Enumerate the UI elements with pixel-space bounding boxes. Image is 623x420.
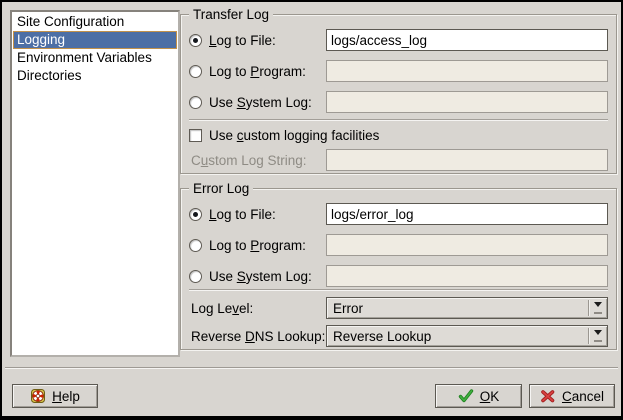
error-use-system-log-row: Use System Log: (189, 265, 608, 287)
error-use-system-log-label: Use System Log: (209, 269, 312, 284)
cancel-button[interactable]: Cancel (529, 384, 615, 408)
dropdown-arrow-icon (589, 330, 607, 342)
reverse-dns-value: Reverse Lookup (327, 329, 588, 344)
log-level-row: Log Level: Error (189, 297, 608, 319)
custom-log-string-input (326, 149, 608, 171)
log-level-label: Log Level: (189, 301, 253, 316)
error-log-to-program-label: Log to Program: (209, 238, 306, 253)
error-log-group: Error Log Log to File: Log to Program: U… (180, 188, 617, 350)
log-level-value: Error (327, 301, 588, 316)
transfer-log-to-program-radio[interactable] (189, 65, 202, 78)
reverse-dns-label: Reverse DNS Lookup: (189, 329, 325, 344)
transfer-log-to-file-row: Log to File: (189, 29, 608, 51)
reverse-dns-row: Reverse DNS Lookup: Reverse Lookup (189, 325, 608, 347)
error-log-to-file-label: Log to File: (209, 207, 276, 222)
transfer-use-system-log-radio[interactable] (189, 96, 202, 109)
category-list: Site Configuration Logging Environment V… (10, 10, 180, 357)
transfer-log-to-file-label: Log to File: (209, 33, 276, 48)
transfer-log-to-program-row: Log to Program: (189, 60, 608, 82)
green-check-icon (458, 388, 474, 404)
red-x-icon (540, 388, 556, 404)
help-button[interactable]: Help (12, 384, 98, 408)
custom-log-string-label: Custom Log String: (189, 153, 307, 168)
error-log-program-input (326, 234, 608, 256)
error-system-log-input (326, 265, 608, 287)
custom-log-string-row: Custom Log String: (189, 149, 608, 171)
dropdown-arrow-icon (589, 302, 607, 314)
sidebar-item-site-configuration[interactable]: Site Configuration (13, 13, 177, 31)
error-log-file-input[interactable] (326, 203, 608, 225)
use-custom-facilities-checkbox[interactable] (189, 129, 202, 142)
log-level-dropdown[interactable]: Error (326, 297, 608, 319)
separator (189, 289, 608, 291)
error-log-group-title: Error Log (189, 180, 253, 197)
error-log-to-program-radio[interactable] (189, 239, 202, 252)
error-log-to-file-radio[interactable] (189, 208, 202, 221)
transfer-log-group-title: Transfer Log (189, 6, 273, 23)
transfer-log-program-input (326, 60, 608, 82)
transfer-log-group: Transfer Log Log to File: Log to Program… (180, 14, 617, 174)
lifesaver-icon (30, 388, 46, 404)
separator (5, 367, 618, 369)
transfer-use-system-log-row: Use System Log: (189, 91, 608, 113)
transfer-log-file-input[interactable] (326, 29, 608, 51)
ok-button[interactable]: OK (435, 384, 522, 408)
ok-button-label: OK (480, 389, 500, 404)
transfer-system-log-input (326, 91, 608, 113)
custom-facilities-row: Use custom logging facilities (189, 127, 608, 143)
reverse-dns-dropdown[interactable]: Reverse Lookup (326, 325, 608, 347)
dialog-window: Site Configuration Logging Environment V… (0, 0, 623, 420)
error-log-to-file-row: Log to File: (189, 203, 608, 225)
cancel-button-label: Cancel (562, 389, 604, 404)
sidebar-item-logging[interactable]: Logging (13, 31, 177, 49)
sidebar-item-environment-variables[interactable]: Environment Variables (13, 49, 177, 67)
transfer-use-system-log-label: Use System Log: (209, 95, 312, 110)
help-button-label: Help (52, 389, 80, 404)
sidebar-item-directories[interactable]: Directories (13, 67, 177, 85)
use-custom-facilities-label: Use custom logging facilities (209, 128, 379, 143)
error-use-system-log-radio[interactable] (189, 270, 202, 283)
transfer-log-to-file-radio[interactable] (189, 34, 202, 47)
transfer-log-to-program-label: Log to Program: (209, 64, 306, 79)
error-log-to-program-row: Log to Program: (189, 234, 608, 256)
separator (189, 119, 608, 121)
